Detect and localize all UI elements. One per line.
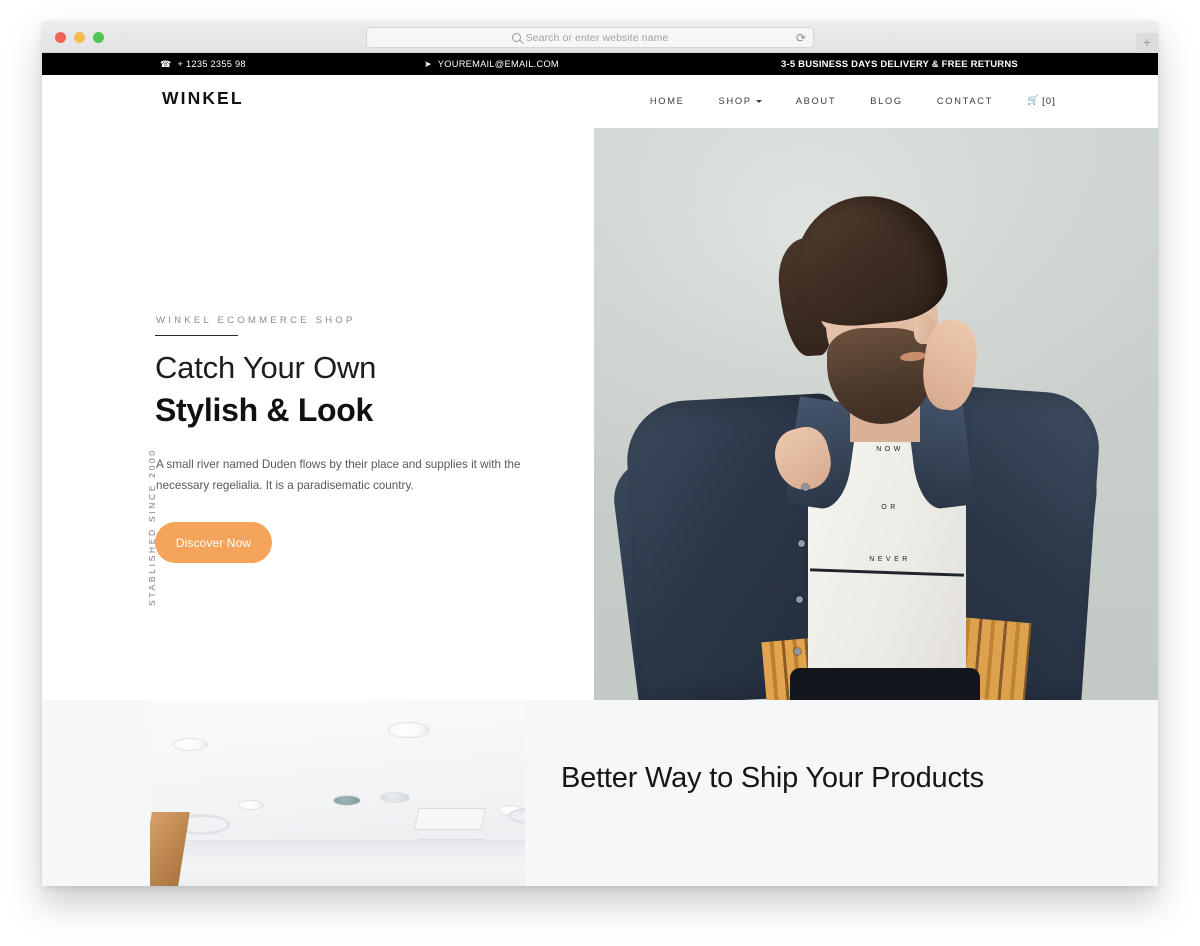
ceiling-panel-1 [413,808,487,830]
nav-item-blog[interactable]: BLOG [870,96,903,106]
address-bar[interactable]: Search or enter website name ⟳ [366,27,814,48]
nav-item-home[interactable]: HOME [650,96,685,106]
nav-item-shop-label: SHOP [718,95,752,106]
new-tab-button[interactable]: + [1136,33,1158,53]
main-navigation: HOME SHOP ABOUT BLOG CONTACT 🛒 [0] [650,95,1056,106]
topbar-phone[interactable]: ☎ + 1235 2355 98 [160,53,246,75]
hero-section: WINKEL ECOMMERCE SHOP STABLISHED SINCE 2… [42,128,1158,700]
page-viewport: ☎ + 1235 2355 98 ➤ YOUREMAIL@EMAIL.COM 3… [42,53,1158,886]
hero-photo-tshirt-text-3: NEVER [869,556,911,563]
ceiling-light-2 [388,722,430,738]
browser-window: Search or enter website name ⟳ + ☎ + 123… [42,21,1158,886]
reload-icon[interactable]: ⟳ [796,32,806,45]
ship-section-heading: Better Way to Ship Your Products [561,762,984,794]
hero-photo-jacket-button-4 [794,648,801,655]
nav-item-contact-label: CONTACT [936,95,994,106]
shopping-cart-icon: 🛒 [1027,94,1041,106]
address-bar-placeholder: Search or enter website name [525,31,669,44]
nav-item-home-label: HOME [649,95,685,106]
ship-photo [150,700,525,886]
chevron-down-icon [755,100,762,103]
cart-button[interactable]: 🛒 [0] [1027,95,1056,106]
hero-subtitle: WINKEL ECOMMERCE SHOP [156,315,356,326]
maximize-window-button[interactable] [93,32,104,43]
site-header: WINKEL HOME SHOP ABOUT BLOG CONTACT 🛒 [0… [42,75,1158,128]
ceiling-wall-band [150,840,525,886]
ceiling-light-3 [238,800,264,810]
hero-divider [155,335,238,336]
hero-photo: NOW OR NEVER [594,128,1158,700]
nav-item-contact[interactable]: CONTACT [937,96,993,106]
hero-title-line-2: Stylish & Look [155,392,374,428]
minimize-window-button[interactable] [74,32,85,43]
hero-photo-jacket-button-1 [802,484,809,491]
announcement-bar: ☎ + 1235 2355 98 ➤ YOUREMAIL@EMAIL.COM 3… [42,53,1158,75]
discover-now-button[interactable]: Discover Now [155,522,272,563]
ceiling-light-1 [172,738,208,751]
nav-item-blog-label: BLOG [870,95,903,106]
close-window-button[interactable] [55,32,66,43]
cart-count-label: [0] [1042,95,1056,106]
ceiling-light-4 [380,792,410,803]
nav-item-about-label: ABOUT [795,95,837,106]
hero-paragraph: A small river named Duden flows by their… [156,458,521,492]
paper-plane-icon: ➤ [424,58,432,69]
hero-photo-pants [790,668,980,700]
site-logo[interactable]: WINKEL [162,88,244,109]
browser-titlebar: Search or enter website name ⟳ + [42,21,1158,53]
hero-photo-jacket-button-2 [798,540,805,547]
hero-copy: WINKEL ECOMMERCE SHOP STABLISHED SINCE 2… [42,128,594,700]
phone-icon: ☎ [160,58,172,69]
topbar-phone-text: + 1235 2355 98 [177,59,246,69]
topbar-email[interactable]: ➤ YOUREMAIL@EMAIL.COM [424,53,559,75]
ceiling-light-5 [333,795,361,806]
topbar-email-text: YOUREMAIL@EMAIL.COM [437,59,559,69]
nav-item-about[interactable]: ABOUT [796,96,837,106]
hero-title: Catch Your Own Stylish & Look [155,346,575,432]
hero-photo-jacket-button-3 [796,596,803,603]
topbar-delivery-notice: 3-5 BUSINESS DAYS DELIVERY & FREE RETURN… [781,58,1018,70]
window-traffic-lights [55,32,104,43]
nav-item-shop[interactable]: SHOP [719,96,762,106]
search-icon [511,33,521,42]
ship-section: Better Way to Ship Your Products [42,700,1158,886]
hero-title-line-1: Catch Your Own [155,350,377,385]
